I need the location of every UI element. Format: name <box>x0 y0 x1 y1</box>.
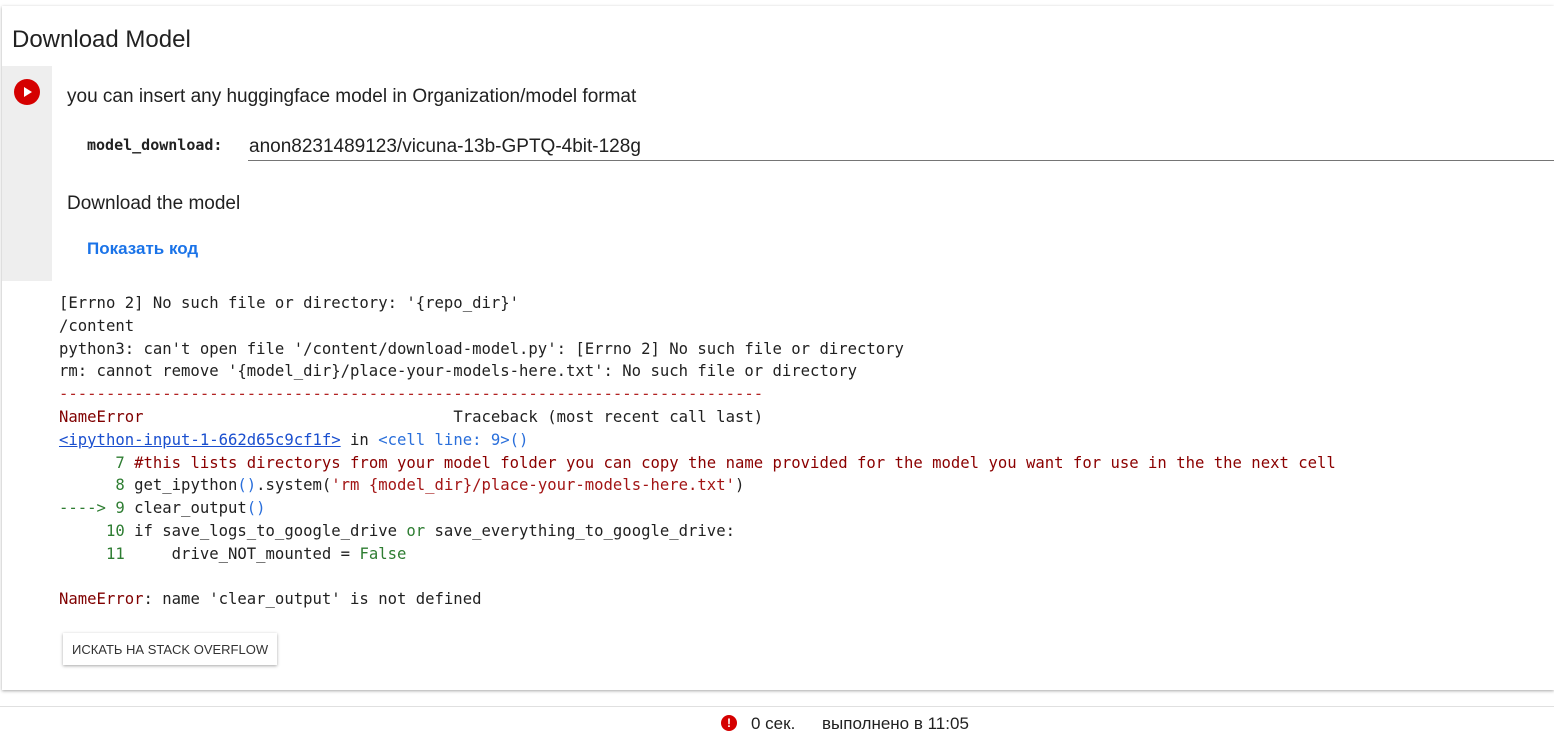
code-token: () <box>237 476 257 495</box>
code-token: get_ipython <box>134 476 238 495</box>
final-error-name: NameError <box>59 590 144 609</box>
code-token: 'rm {model_dir}/place-your-models-here.t… <box>331 476 735 495</box>
code-token: ) <box>734 476 745 495</box>
cell-output: [Errno 2] No such file or directory: '{r… <box>59 292 1336 611</box>
model-download-input[interactable] <box>248 133 1554 161</box>
status-elapsed-time: 0 сек. <box>751 714 796 733</box>
code-token: or <box>406 521 426 540</box>
code-token: False <box>359 544 407 563</box>
line-number: 7 <box>59 453 135 472</box>
form-description: you can insert any huggingface model in … <box>67 86 637 107</box>
code-token: clear_output <box>134 499 247 518</box>
error-icon: ! <box>721 715 737 731</box>
final-error-message: : name 'clear_output' is not defined <box>143 590 482 609</box>
traceback-separator: ----------------------------------------… <box>59 385 764 404</box>
output-line: rm: cannot remove '{model_dir}/place-you… <box>59 362 857 381</box>
cell-title: Download Model <box>12 26 191 53</box>
output-line: python3: can't open file '/content/downl… <box>59 339 904 358</box>
cell-line-ref: <cell line: 9>() <box>378 430 529 449</box>
status-completed-at: выполнено в 11:05 <box>822 714 969 733</box>
line-number: 11 <box>59 544 135 563</box>
code-token: drive_NOT_mounted = <box>134 544 360 563</box>
show-code-link[interactable]: Показать код <box>87 239 198 259</box>
line-number: 10 <box>59 521 135 540</box>
status-bar: ! 0 сек. выполнено в 11:05 <box>0 706 1554 739</box>
traceback-label: Traceback (most recent call last) <box>453 407 764 426</box>
code-token: if save_logs_to_google_drive <box>134 521 407 540</box>
ipython-input-link[interactable]: <ipython-input-1-662d65c9cf1f> <box>59 431 341 449</box>
line-number: 8 <box>59 476 135 495</box>
code-line: #this lists directorys from your model f… <box>134 453 1336 472</box>
output-line: /content <box>59 316 135 335</box>
code-cell: Download Model you can insert any huggin… <box>2 6 1554 690</box>
search-stack-overflow-button[interactable]: ИСКАТЬ НА STACK OVERFLOW <box>63 633 278 665</box>
section-text: Download the model <box>67 193 241 214</box>
error-line-arrow: ----> 9 <box>59 499 135 518</box>
model-download-label: model_download: <box>87 136 223 154</box>
output-line: [Errno 2] No such file or directory: '{r… <box>59 294 520 312</box>
play-icon <box>24 87 32 97</box>
run-cell-button[interactable] <box>14 79 40 105</box>
code-token: .system( <box>256 476 332 495</box>
in-text: in <box>340 430 379 449</box>
error-name: NameError <box>59 407 144 426</box>
code-token: () <box>246 499 266 518</box>
code-token: save_everything_to_google_drive: <box>425 521 735 540</box>
